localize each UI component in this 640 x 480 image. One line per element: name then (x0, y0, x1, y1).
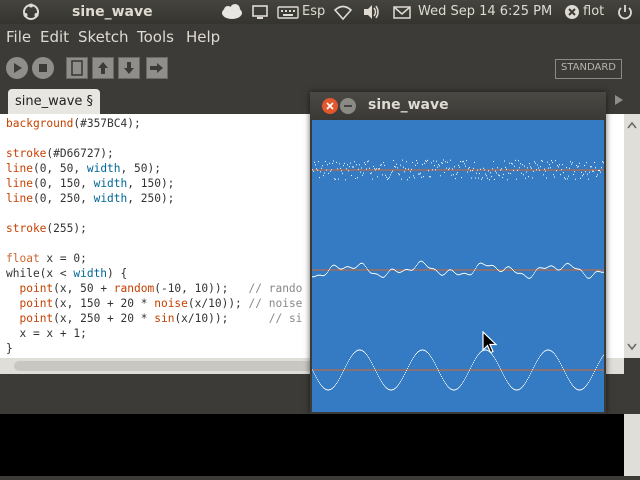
minimize-window-button[interactable] (340, 98, 356, 114)
keyboard-icon[interactable] (277, 3, 299, 21)
save-button[interactable] (118, 57, 140, 79)
menu-help[interactable]: Help (186, 28, 220, 46)
export-icon (150, 63, 163, 73)
weather-icon[interactable] (220, 3, 244, 21)
code-text[interactable]: background(#357BC4); stroke(#D66727); li… (6, 116, 302, 356)
sketch-window-title: sine_wave (368, 97, 449, 113)
console[interactable] (0, 414, 624, 476)
top-panel: sine_wave Esp Wed Sep 14 6:25 PM flot (0, 0, 640, 24)
tab-sine-wave[interactable]: sine_wave § (8, 89, 100, 114)
open-button[interactable] (92, 57, 114, 79)
menu-file[interactable]: File (6, 28, 31, 46)
new-button[interactable] (66, 57, 88, 79)
volume-icon[interactable] (361, 3, 381, 21)
stop-icon (39, 64, 47, 72)
clock[interactable]: Wed Sep 14 6:25 PM (418, 4, 552, 19)
close-session-icon[interactable] (563, 3, 581, 21)
save-icon (124, 62, 134, 74)
power-icon[interactable] (616, 3, 634, 21)
user-name[interactable]: flot (583, 4, 604, 19)
export-button[interactable] (146, 57, 168, 79)
display-icon[interactable] (251, 3, 269, 21)
app-title: sine_wave (72, 4, 153, 20)
open-icon (98, 62, 108, 74)
new-icon (71, 60, 83, 76)
canvas-background (312, 120, 604, 412)
sketch-window[interactable]: sine_wave (310, 92, 606, 414)
keyboard-layout-label[interactable]: Esp (302, 4, 325, 19)
editor-vertical-scrollbar[interactable] (624, 114, 640, 358)
sketch-canvas[interactable] (312, 120, 604, 412)
wifi-icon[interactable] (333, 3, 353, 21)
menu-tools[interactable]: Tools (137, 28, 174, 46)
scroll-down-icon[interactable] (624, 338, 640, 354)
console-scrollbar[interactable] (624, 414, 640, 476)
close-icon (326, 102, 334, 110)
mail-icon[interactable] (392, 3, 412, 21)
toolbar: STANDARD (0, 50, 640, 86)
horizontal-scroll-thumb[interactable] (14, 361, 314, 371)
stop-button[interactable] (32, 57, 54, 79)
sketch-window-titlebar[interactable]: sine_wave (310, 92, 606, 120)
mouse-pointer-icon (482, 331, 498, 354)
close-window-button[interactable] (322, 98, 338, 114)
menu-edit[interactable]: Edit (40, 28, 69, 46)
minimize-icon (344, 105, 352, 107)
ubuntu-logo-icon[interactable] (22, 3, 40, 21)
run-button[interactable] (6, 57, 28, 79)
tab-arrow-icon[interactable] (612, 93, 626, 107)
run-icon (14, 63, 22, 73)
scroll-up-icon[interactable] (624, 118, 640, 134)
menu-sketch[interactable]: Sketch (78, 28, 129, 46)
mode-selector[interactable]: STANDARD (554, 59, 622, 79)
menu-bar: File Edit Sketch Tools Help (0, 24, 640, 50)
